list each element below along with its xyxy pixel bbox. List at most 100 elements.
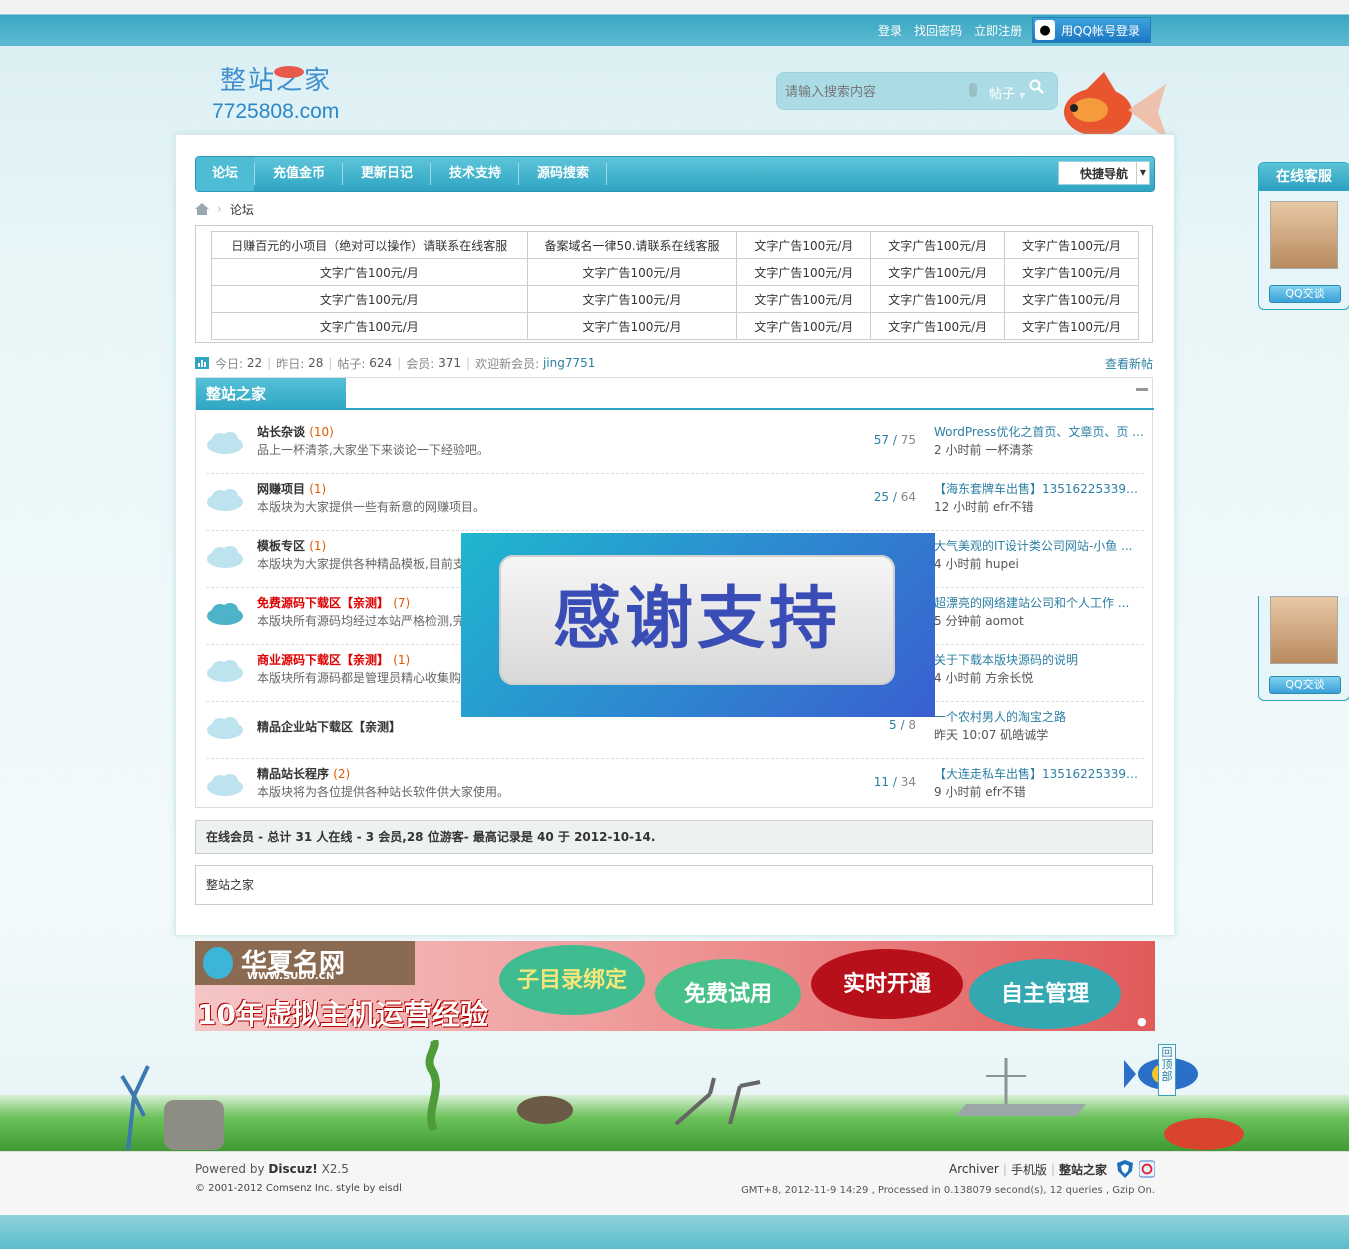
forum-name[interactable]: 网赚项目 (1) xyxy=(257,480,326,497)
ad-cell[interactable]: 文字广告100元/月 xyxy=(736,312,872,340)
qq-chat-button[interactable]: QQ交谈 xyxy=(1269,676,1341,694)
mobile-link[interactable]: 手机版 xyxy=(1011,1161,1047,1178)
forum-name[interactable]: 精品企业站下载区【亲测】 xyxy=(257,718,401,735)
certification-icon[interactable] xyxy=(1139,1160,1155,1178)
ad-cell[interactable]: 备案域名一律50.请联系在线客服 xyxy=(526,231,738,259)
last-post-link[interactable]: WordPress优化之首页、文章页、页 ... xyxy=(934,423,1144,440)
recover-password-link[interactable]: 找回密码 xyxy=(914,22,962,39)
ad-cell[interactable]: 文字广告100元/月 xyxy=(211,285,528,313)
stat-today-label: 今日: xyxy=(215,356,244,371)
forum-name-text: 站长杂谈 xyxy=(257,425,306,439)
nav-item-recharge[interactable]: 充值金币 xyxy=(256,157,342,191)
forum-name[interactable]: 站长杂谈 (10) xyxy=(257,423,334,440)
stat-today-value: 22 xyxy=(246,356,263,370)
last-post-time: 5 分钟前 aomot xyxy=(934,614,1024,628)
online-service-title: 在线客服 xyxy=(1259,163,1349,191)
powered-prefix: Powered by xyxy=(195,1162,265,1176)
archiver-link[interactable]: Archiver xyxy=(949,1162,999,1176)
microphone-icon[interactable] xyxy=(969,83,977,97)
forum-name-text: 免费源码下载区【亲测】 xyxy=(257,596,390,610)
forum-cloud-icon xyxy=(207,432,243,454)
forum-name[interactable]: 商业源码下载区【亲测】 (1) xyxy=(257,651,410,668)
hosting-ad-banner[interactable]: 华夏名网 WWW.SUDU.CN 10年虚拟主机运营经验 子目录绑定 免费试用 … xyxy=(195,941,1155,1031)
last-post-link[interactable]: 超漂亮的网络建站公司和个人工作 ... xyxy=(934,594,1144,611)
back-to-top-button[interactable]: 回顶部 xyxy=(1158,1044,1176,1096)
thanks-plate: 感谢支持 xyxy=(499,555,895,685)
stat-divider: | xyxy=(466,356,471,370)
last-post-time: 4 小时前 方余长悦 xyxy=(934,671,1034,685)
search-type-select[interactable]: 帖子 ▼ xyxy=(989,83,1025,102)
stat-divider: | xyxy=(267,356,272,370)
post-count: 34 xyxy=(900,775,916,789)
nav-divider xyxy=(430,163,431,185)
last-post-link[interactable]: 一个农村男人的淘宝之路 xyxy=(934,708,1144,725)
ad-cell[interactable]: 文字广告100元/月 xyxy=(526,258,738,286)
ad-cell[interactable]: 文字广告100元/月 xyxy=(1004,285,1139,313)
nav-item-forum[interactable]: 论坛 xyxy=(196,157,254,191)
forum-count: (1) xyxy=(309,539,327,553)
nav-divider xyxy=(606,163,607,185)
discuz-link[interactable]: Discuz! xyxy=(268,1162,317,1176)
shield-icon[interactable] xyxy=(1117,1160,1133,1178)
forum-name-text: 精品站长程序 xyxy=(257,767,330,781)
ad-cell[interactable]: 文字广告100元/月 xyxy=(736,231,872,259)
ad-cell[interactable]: 文字广告100元/月 xyxy=(526,285,738,313)
login-link[interactable]: 登录 xyxy=(878,22,902,39)
bottom-bar xyxy=(0,1215,1349,1249)
ship-decoration-icon xyxy=(956,1058,1086,1116)
ad-cell[interactable]: 文字广告100元/月 xyxy=(1004,258,1139,286)
category-title[interactable]: 整站之家 xyxy=(196,378,346,410)
ad-cell[interactable]: 文字广告100元/月 xyxy=(211,258,528,286)
breadcrumb-forum[interactable]: 论坛 xyxy=(230,201,254,218)
paw-icon: ● xyxy=(1137,1015,1147,1028)
forum-name[interactable]: 精品站长程序 (2) xyxy=(257,765,350,782)
last-post-link[interactable]: 【海东套牌车出售】13516225339【 ... xyxy=(934,480,1144,497)
forum-row: 网赚项目 (1) 本版块为大家提供一些有新意的网赚项目。 25 / 64 【海东… xyxy=(206,474,1144,531)
ad-cell[interactable]: 文字广告100元/月 xyxy=(870,285,1006,313)
nav-item-source-search[interactable]: 源码搜索 xyxy=(520,157,606,191)
forum-name[interactable]: 免费源码下载区【亲测】 (7) xyxy=(257,594,410,611)
thread-count: 5 xyxy=(889,718,897,732)
site-home-link[interactable]: 整站之家 xyxy=(1059,1161,1107,1178)
last-post-link[interactable]: 大气美观的IT设计类公司网站-小鱼 ... xyxy=(934,537,1144,554)
forum-count: (7) xyxy=(393,596,411,610)
qq-chat-button[interactable]: QQ交谈 xyxy=(1269,285,1341,303)
ad-cell[interactable]: 文字广告100元/月 xyxy=(736,258,872,286)
thanks-text: 感谢支持 xyxy=(552,580,841,659)
online-members-bar[interactable]: 在线会员 - 总计 31 人在线 - 3 会员,28 位游客- 最高记录是 40… xyxy=(195,820,1153,854)
ad-cell[interactable]: 文字广告100元/月 xyxy=(870,231,1006,259)
banner-bubble-manage: 自主管理 xyxy=(969,959,1121,1029)
search-input[interactable] xyxy=(783,81,957,103)
last-post-link[interactable]: 关于下载本版块源码的说明 xyxy=(934,651,1144,668)
thread-count: 11 xyxy=(873,775,890,789)
new-member-link[interactable]: jing7751 xyxy=(543,356,595,370)
ad-cell[interactable]: 文字广告100元/月 xyxy=(736,285,872,313)
ad-grid: 日赚百元的小项目（绝对可以操作）请联系在线客服 备案域名一律50.请联系在线客服… xyxy=(211,231,1139,340)
home-icon[interactable] xyxy=(195,203,209,215)
ad-cell[interactable]: 文字广告100元/月 xyxy=(526,312,738,340)
ad-cell[interactable]: 日赚百元的小项目（绝对可以操作）请联系在线客服 xyxy=(211,231,528,259)
nav-item-support[interactable]: 技术支持 xyxy=(432,157,518,191)
rock-decoration-icon xyxy=(517,1096,573,1124)
ad-cell[interactable]: 文字广告100元/月 xyxy=(211,312,528,340)
site-logo[interactable]: 整站之家 7725808.com xyxy=(212,60,372,126)
ad-cell[interactable]: 文字广告100元/月 xyxy=(870,258,1006,286)
view-new-posts-link[interactable]: 查看新帖 xyxy=(1105,355,1153,372)
page-footer: Powered by Discuz! X2.5 © 2001-2012 Coms… xyxy=(0,1151,1349,1216)
nav-divider xyxy=(518,163,519,185)
last-post-link[interactable]: 【大连走私车出售】13516225339【 ... xyxy=(934,765,1144,782)
ad-cell[interactable]: 文字广告100元/月 xyxy=(1004,312,1139,340)
forum-name[interactable]: 模板专区 (1) xyxy=(257,537,326,554)
qq-login-button[interactable]: ● 用QQ帐号登录 xyxy=(1032,17,1151,43)
footer-divider: | xyxy=(1002,1162,1007,1176)
friend-link[interactable]: 整站之家 xyxy=(206,878,254,892)
quick-nav-button[interactable]: 快捷导航 ▼ xyxy=(1058,161,1150,185)
register-link[interactable]: 立即注册 xyxy=(974,22,1022,39)
thread-count: 25 xyxy=(873,490,890,504)
ad-cell[interactable]: 文字广告100元/月 xyxy=(1004,231,1139,259)
ad-cell[interactable]: 文字广告100元/月 xyxy=(870,312,1006,340)
nav-item-changelog[interactable]: 更新日记 xyxy=(344,157,430,191)
collapse-icon[interactable] xyxy=(1136,388,1148,391)
stat-welcome-label: 欢迎新会员: xyxy=(475,356,540,371)
qq-penguin-icon: ● xyxy=(1035,20,1056,40)
